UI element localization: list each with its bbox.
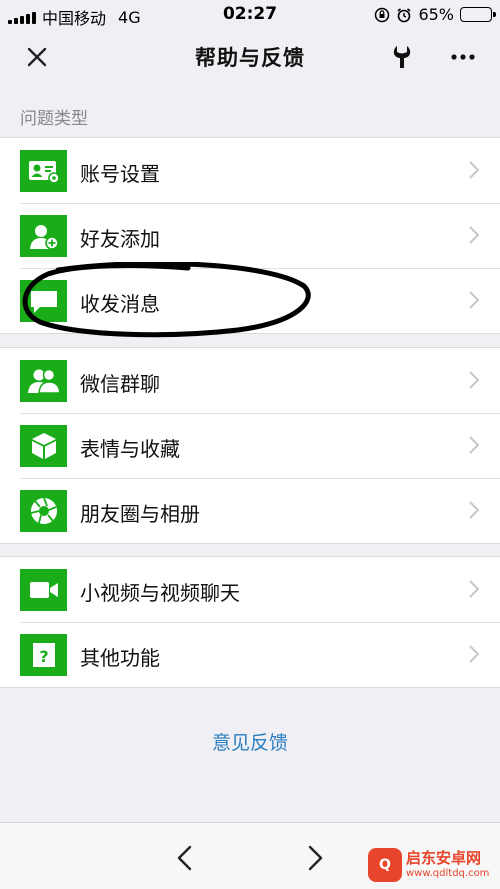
message-icon — [20, 280, 67, 322]
chevron-right-icon — [469, 645, 480, 663]
moments-shutter-icon — [20, 490, 67, 532]
topic-item-stickers-favorites[interactable]: 表情与收藏 — [0, 413, 500, 478]
topic-item-other-features[interactable]: ? 其他功能 — [0, 622, 500, 687]
nav-bar: 帮助与反馈 — [0, 30, 500, 84]
wrench-icon[interactable] — [388, 43, 416, 71]
status-right: 65% — [374, 5, 496, 24]
watermark-logo: Q — [368, 848, 402, 882]
chevron-right-icon — [469, 291, 480, 309]
back-arrow-icon[interactable] — [170, 843, 200, 873]
section-header: 问题类型 — [20, 109, 88, 129]
chevron-right-icon — [469, 226, 480, 244]
rotation-lock-icon — [375, 7, 390, 22]
feedback-link[interactable]: 意见反馈 — [0, 728, 500, 755]
topic-label: 收发消息 — [80, 292, 160, 316]
watermark-title: 启东安卓网 — [406, 849, 482, 867]
chevron-right-icon — [469, 371, 480, 389]
topic-label: 好友添加 — [80, 227, 160, 251]
page-title: 帮助与反馈 — [195, 46, 305, 70]
chevron-right-icon — [469, 161, 480, 179]
watermark-text: 启东安卓网 www.qdltdq.com — [406, 851, 489, 879]
topic-item-moments-album[interactable]: 朋友圈与相册 — [0, 478, 500, 543]
chevron-right-icon — [469, 501, 480, 519]
account-card-icon — [20, 150, 67, 192]
topic-label: 表情与收藏 — [80, 437, 180, 461]
chevron-right-icon — [469, 580, 480, 598]
svg-text:?: ? — [39, 647, 48, 666]
topic-group: 微信群聊 表情与收藏 朋友圈与相册 — [0, 347, 500, 544]
topic-group: 账号设置 好友添加 收发消息 — [0, 137, 500, 334]
video-camera-icon — [20, 569, 67, 611]
chevron-right-icon — [469, 436, 480, 454]
topic-item-video-chat[interactable]: 小视频与视频聊天 — [0, 557, 500, 622]
topic-item-group-chat[interactable]: 微信群聊 — [0, 348, 500, 413]
watermark-url: www.qdltdq.com — [406, 868, 490, 879]
question-icon: ? — [20, 634, 67, 676]
topic-group: 小视频与视频聊天 ? 其他功能 — [0, 556, 500, 688]
alarm-icon — [397, 7, 411, 22]
topic-item-add-friends[interactable]: 好友添加 — [0, 203, 500, 268]
topic-label: 账号设置 — [80, 162, 160, 186]
topic-item-account-settings[interactable]: 账号设置 — [0, 138, 500, 203]
battery-percent: 65% — [418, 5, 454, 24]
forward-arrow-icon[interactable] — [300, 843, 330, 873]
battery-icon — [460, 7, 496, 22]
topic-label: 其他功能 — [80, 646, 160, 670]
status-bar: 中国移动 4G 02:27 65% — [0, 0, 500, 30]
add-friend-icon — [20, 215, 67, 257]
sticker-box-icon — [20, 425, 67, 467]
topic-label: 微信群聊 — [80, 372, 160, 396]
group-chat-icon — [20, 360, 67, 402]
topic-item-messages[interactable]: 收发消息 — [0, 268, 500, 333]
more-icon[interactable] — [448, 43, 478, 71]
watermark: Q 启东安卓网 www.qdltdq.com — [368, 848, 489, 882]
topic-label: 小视频与视频聊天 — [80, 581, 240, 605]
topic-label: 朋友圈与相册 — [80, 502, 200, 526]
